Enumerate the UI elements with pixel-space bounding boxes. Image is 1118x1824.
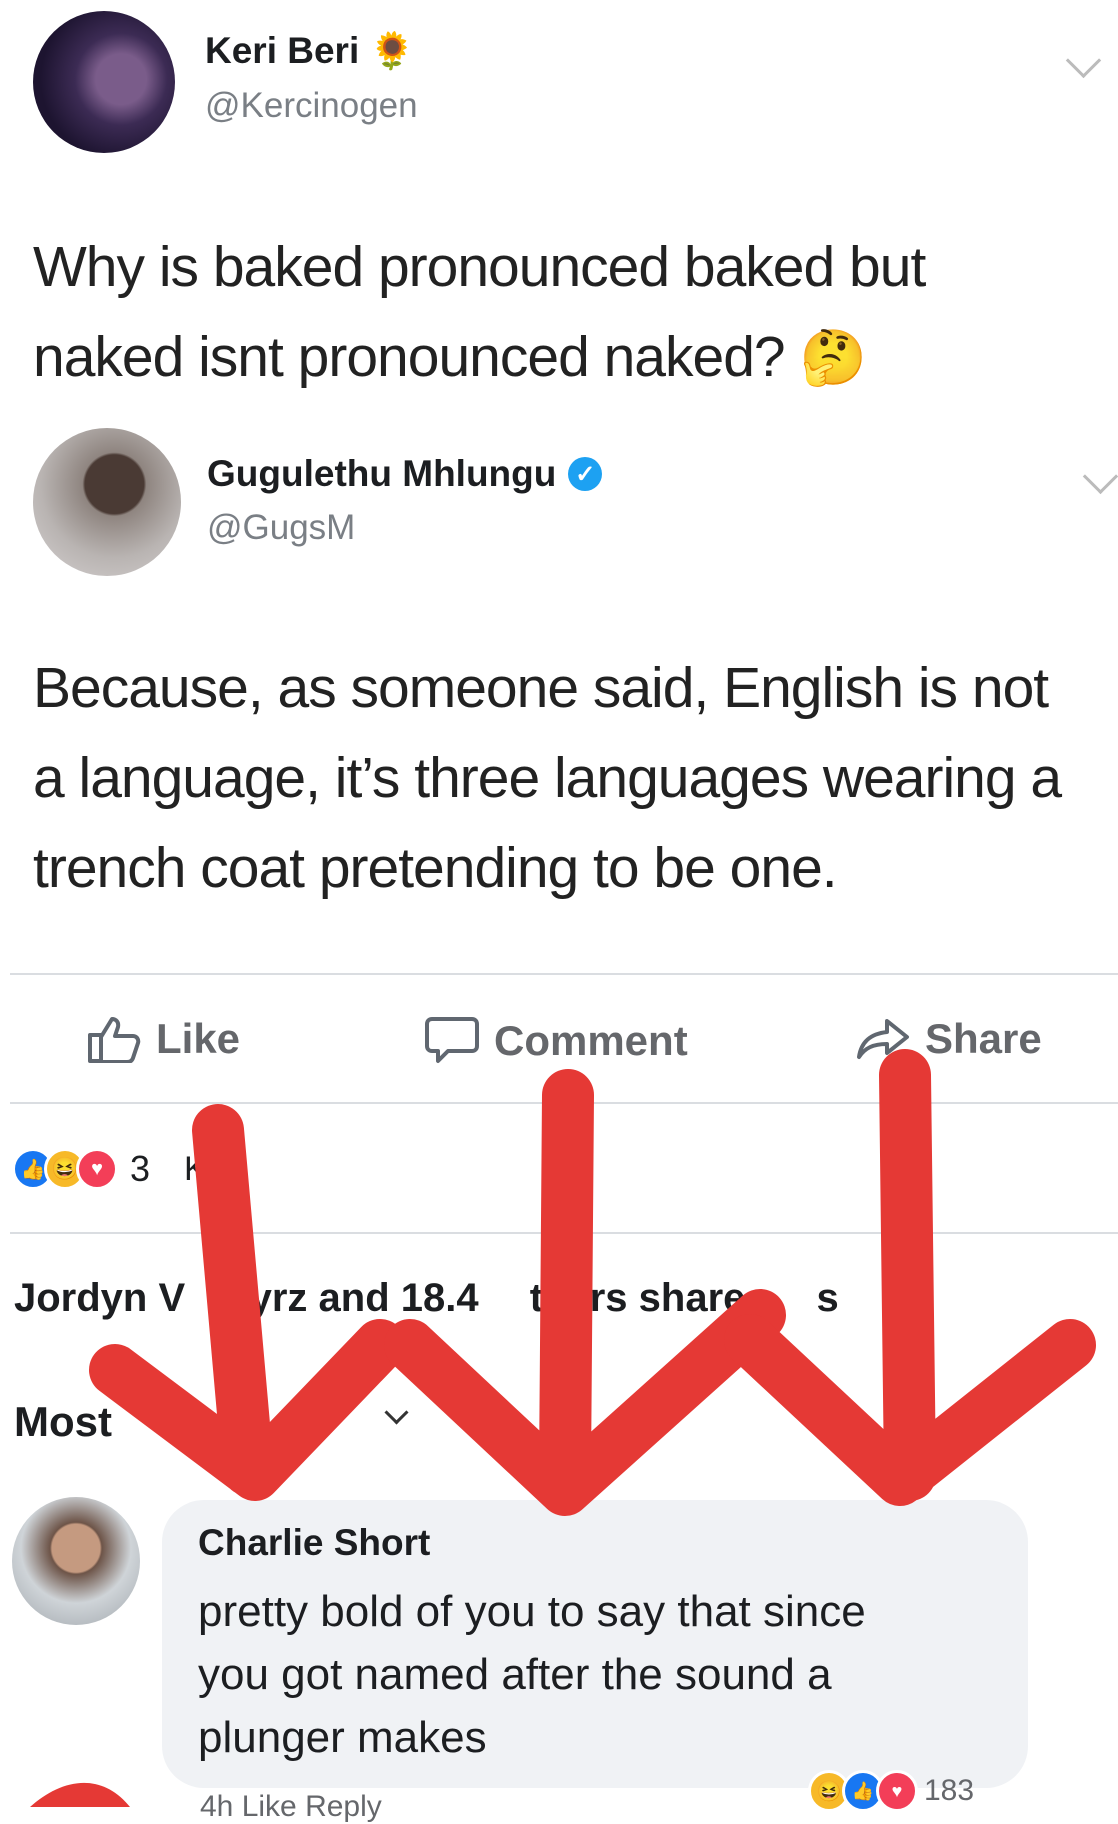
red-arrow-middle xyxy=(384,1069,786,1516)
red-arrow-left xyxy=(89,1104,406,1501)
red-arrow-right xyxy=(724,1049,1096,1506)
annotation-overlay xyxy=(30,1049,1096,1807)
red-mark-bottom-left xyxy=(30,1782,130,1807)
